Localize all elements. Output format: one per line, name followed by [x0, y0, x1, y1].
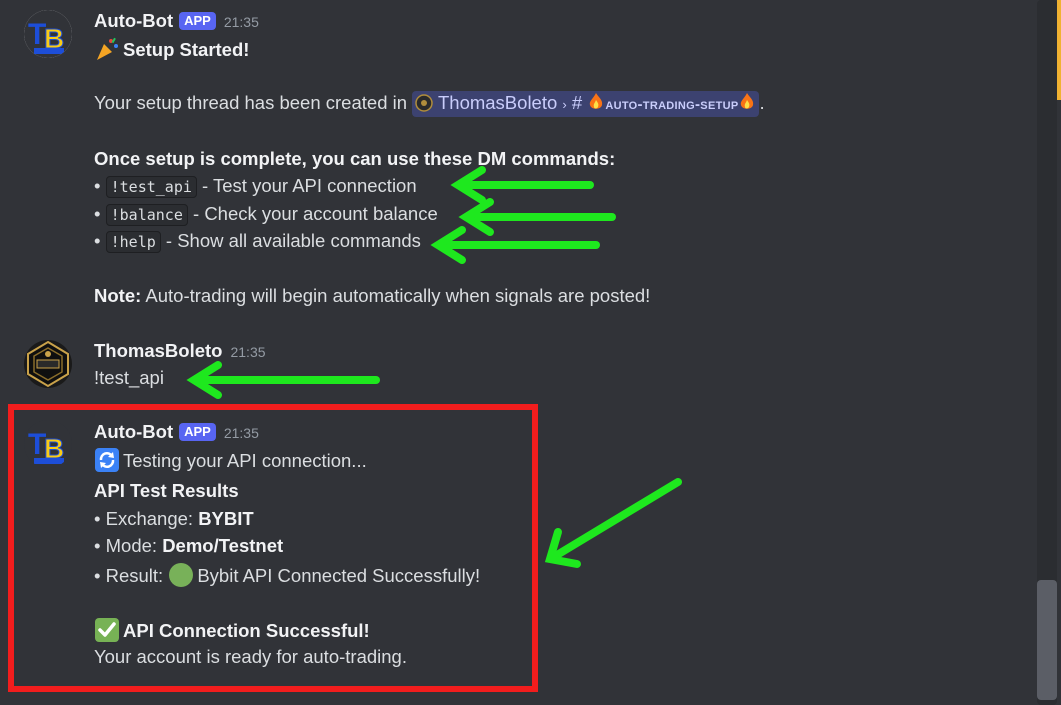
thomasboleto-avatar[interactable]: [24, 340, 72, 388]
arrow-icon: [458, 198, 616, 236]
author-name[interactable]: ThomasBoleto: [94, 340, 222, 361]
note-text: Note: Auto-trading will begin automatica…: [94, 285, 651, 306]
tb-logo-icon: T B: [24, 10, 72, 58]
message-text: !test_api: [94, 367, 164, 388]
fire-icon: [741, 93, 754, 109]
channel-mention[interactable]: ThomasBoleto › # auto-trading-setup: [412, 91, 760, 117]
kings-crest-avatar-icon: [24, 340, 72, 388]
command-item: • !help - Show all available commands: [94, 230, 421, 253]
command-code[interactable]: !test_api: [105, 176, 197, 198]
arrow-icon: [186, 361, 380, 399]
fire-icon: [590, 93, 603, 109]
message-header: Auto-Bot APP 21:35: [94, 9, 259, 34]
command-item: • !test_api - Test your API connection: [94, 175, 417, 198]
message-header: ThomasBoleto 21:35: [94, 339, 266, 364]
setup-title: Setup Started!: [94, 36, 249, 62]
command-code[interactable]: !help: [105, 231, 161, 253]
chat-area: T B Auto-Bot APP 21:35 Setup Started! Your…: [0, 0, 1061, 705]
command-code[interactable]: !balance: [105, 204, 188, 226]
server-icon: [415, 94, 433, 112]
arrow-icon: [544, 478, 682, 568]
thread-created-text: Your setup thread has been created in Th…: [94, 91, 765, 117]
auto-bot-avatar[interactable]: T B: [24, 10, 72, 58]
author-name[interactable]: Auto-Bot: [94, 10, 173, 31]
party-popper-icon: [97, 37, 118, 60]
timestamp[interactable]: 21:35: [230, 344, 265, 360]
timestamp[interactable]: 21:35: [224, 14, 259, 30]
app-badge: APP: [179, 12, 216, 30]
arrow-icon: [430, 226, 600, 264]
highlight-box: [8, 404, 538, 692]
scrollbar-thumb[interactable]: [1037, 580, 1057, 700]
commands-heading: Once setup is complete, you can use thes…: [94, 148, 616, 169]
command-item: • !balance - Check your account balance: [94, 203, 438, 226]
arrow-icon: [450, 166, 594, 204]
unread-indicator: [1057, 0, 1061, 100]
